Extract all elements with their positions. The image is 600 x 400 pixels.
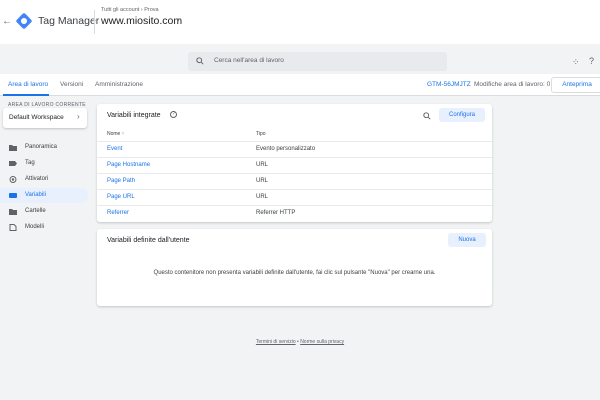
- variable-type: Evento personalizzato: [256, 146, 316, 152]
- variable-type: URL: [256, 178, 269, 184]
- account-breadcrumb[interactable]: Tutti gli account › Prova: [101, 7, 159, 13]
- variable-name-link[interactable]: Page Path: [107, 178, 135, 184]
- sidebar-item-label: Cartelle: [25, 208, 46, 214]
- apps-grid-icon[interactable]: ⁘: [572, 57, 580, 68]
- variable-name-link[interactable]: Page Hostname: [107, 162, 150, 168]
- sidebar-item-triggers[interactable]: Attivatori: [0, 172, 88, 187]
- new-variable-button[interactable]: Nuova: [448, 233, 486, 247]
- template-icon: [9, 224, 17, 231]
- column-header-type: Tipo: [256, 131, 266, 137]
- table-divider: [97, 205, 492, 206]
- sidebar-item-templates[interactable]: Modelli: [0, 220, 88, 235]
- variable-type: Referrer HTTP: [256, 210, 296, 216]
- configure-button[interactable]: Configura: [439, 108, 485, 122]
- folder-icon: [9, 145, 17, 151]
- sidebar-item-label: Modelli: [25, 224, 45, 230]
- table-divider: [97, 141, 492, 142]
- sub-navigation: Area di lavoro Versioni Amministrazione …: [0, 74, 600, 96]
- variable-icon: [9, 193, 17, 198]
- variable-type: URL: [256, 194, 269, 200]
- user-variables-card: Variabili definite dall'utente Nuova: [97, 229, 492, 306]
- sidebar-item-folders[interactable]: Cartelle: [0, 204, 88, 219]
- empty-state-message: Questo contenitore non presenta variabil…: [153, 270, 436, 276]
- help-icon[interactable]: ?: [589, 56, 594, 66]
- terms-link[interactable]: Termini di servizio: [256, 339, 296, 345]
- preview-button[interactable]: Anteprima: [551, 77, 600, 93]
- search-placeholder: Cerca nell'area di lavoro: [214, 57, 284, 64]
- variable-name-link[interactable]: Event: [107, 146, 122, 152]
- chevron-down-icon[interactable]: ▼: [175, 18, 181, 24]
- container-selector[interactable]: www.miosito.com: [101, 15, 182, 27]
- sidebar-item-label: Tag: [25, 160, 35, 166]
- variable-type: URL: [256, 162, 269, 168]
- trigger-icon: [9, 176, 17, 183]
- sidebar-item-tag[interactable]: Tag: [0, 156, 88, 171]
- builtin-variables-title: Variabili integrate: [107, 112, 161, 119]
- search-input[interactable]: Cerca nell'area di lavoro: [188, 52, 447, 71]
- privacy-link[interactable]: Norme sulla privacy: [300, 339, 344, 345]
- active-tab-indicator: [3, 94, 49, 96]
- chevron-right-icon: ›: [77, 112, 80, 121]
- sidebar-item-label: Panoramica: [25, 144, 58, 150]
- help-circle-icon[interactable]: ?: [170, 111, 177, 118]
- sidebar-item-label: Attivatori: [25, 176, 49, 182]
- workspace-id[interactable]: GTM-56JMJTZ: [427, 81, 471, 88]
- variable-name-link[interactable]: Referrer: [107, 210, 129, 216]
- column-header-name[interactable]: Nome ↑: [107, 131, 124, 137]
- table-divider: [97, 173, 492, 174]
- workspace-changes: Modifiche area di lavoro: 0: [474, 81, 551, 88]
- workspace-selector[interactable]: Default Workspace ›: [3, 108, 87, 128]
- sidebar-item-label: Variabili: [25, 192, 46, 198]
- tab-versions[interactable]: Versioni: [60, 81, 83, 88]
- app-title: Tag Manager: [38, 15, 100, 27]
- sidebar-item-variables[interactable]: Variabili: [0, 188, 88, 203]
- back-arrow-icon[interactable]: ←: [2, 16, 12, 28]
- table-divider: [97, 189, 492, 190]
- header-divider: [94, 10, 95, 34]
- workspace-name: Default Workspace: [9, 114, 64, 121]
- table-divider: [97, 157, 492, 158]
- variable-name-link[interactable]: Page URL: [107, 194, 135, 200]
- search-icon[interactable]: [423, 112, 431, 120]
- search-icon: [196, 57, 204, 65]
- folder-icon: [9, 209, 17, 215]
- sidebar-item-overview[interactable]: Panoramica: [0, 140, 88, 155]
- tab-admin[interactable]: Amministrazione: [95, 81, 143, 88]
- user-variables-title: Variabili definite dall'utente: [107, 237, 190, 244]
- tag-icon: [9, 161, 17, 166]
- footer-separator: •: [297, 339, 299, 345]
- tab-workspace[interactable]: Area di lavoro: [8, 81, 48, 88]
- footer: Termini di servizio • Norme sulla privac…: [0, 339, 600, 345]
